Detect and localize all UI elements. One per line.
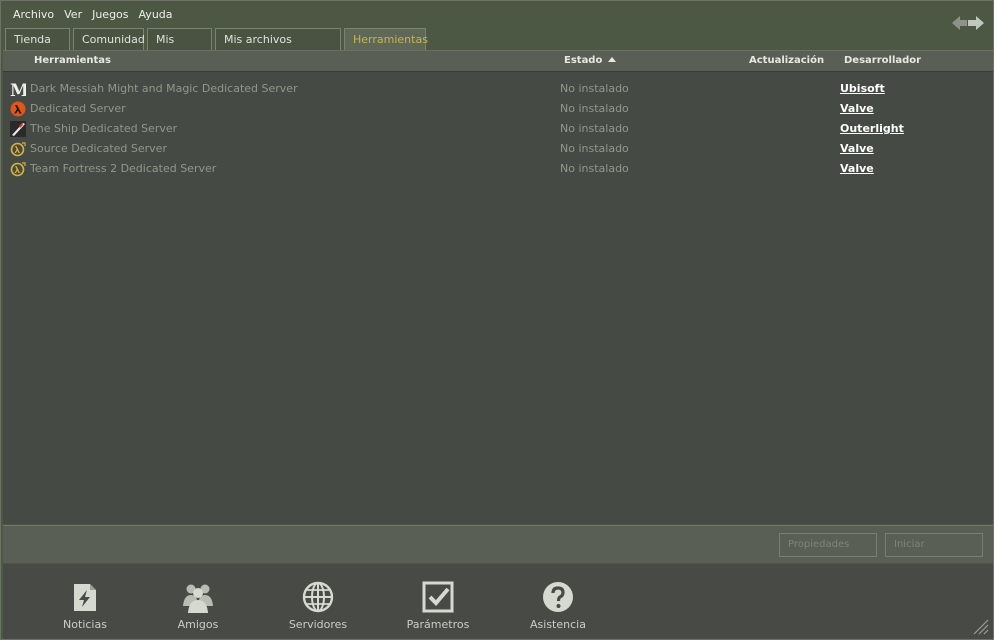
svg-text:M: M	[10, 81, 26, 97]
tool-status: No instalado	[560, 162, 629, 175]
table-row[interactable]: M Dark Messiah Might and Magic Dedicated…	[3, 79, 993, 99]
friends-icon	[183, 584, 213, 613]
settings-label: Parámetros	[406, 618, 470, 631]
table-row[interactable]: The Ship Dedicated Server No instalado O…	[3, 119, 993, 139]
tab-herramientas[interactable]: Herramientas	[344, 28, 428, 50]
servers-label: Servidores	[288, 618, 348, 631]
tab-comunidad[interactable]: Comunidad	[73, 28, 145, 50]
news-label: Noticias	[63, 618, 107, 631]
tool-status: No instalado	[560, 142, 629, 155]
developer-link[interactable]: Valve	[840, 162, 874, 175]
steam-window: Archivo Ver Juegos Ayuda Tienda Comunida…	[0, 0, 994, 640]
tool-name: Dedicated Server	[30, 102, 126, 115]
source-icon	[10, 162, 26, 177]
sort-ascending-icon	[608, 57, 617, 62]
launch-button[interactable]: Iniciar	[885, 533, 983, 557]
menu-ayuda[interactable]: Ayuda	[133, 7, 177, 23]
help-icon	[543, 582, 573, 612]
settings-button[interactable]: Parámetros	[398, 580, 478, 631]
source-icon	[10, 142, 26, 157]
table-row[interactable]: Team Fortress 2 Dedicated Server No inst…	[3, 159, 993, 179]
tab-mis-juegos[interactable]: Mis juegos	[147, 28, 212, 67]
tool-name: Source Dedicated Server	[30, 142, 167, 155]
news-icon	[74, 584, 96, 611]
menu-juegos[interactable]: Juegos	[86, 7, 132, 23]
menu-ver[interactable]: Ver	[58, 7, 86, 23]
table-row[interactable]: Source Dedicated Server No instalado Val…	[3, 139, 993, 159]
column-herramientas[interactable]: Herramientas	[34, 55, 111, 66]
friends-button[interactable]: Amigos	[158, 580, 238, 631]
menu-archivo[interactable]: Archivo	[7, 7, 58, 23]
tool-status: No instalado	[560, 122, 629, 135]
servers-button[interactable]: Servidores	[278, 580, 358, 631]
column-desarrollador[interactable]: Desarrollador	[844, 55, 921, 66]
column-estado-label: Estado	[564, 55, 603, 66]
tool-name: The Ship Dedicated Server	[30, 122, 178, 135]
help-button[interactable]: Asistencia	[518, 580, 598, 631]
column-header: Herramientas Estado Actualización Desarr…	[3, 51, 993, 72]
tools-rows: M Dark Messiah Might and Magic Dedicated…	[3, 79, 993, 179]
news-button[interactable]: Noticias	[45, 580, 125, 631]
tool-name: Team Fortress 2 Dedicated Server	[30, 162, 217, 175]
settings-checkbox-icon	[422, 581, 454, 613]
resize-grip-icon[interactable]	[971, 617, 989, 635]
developer-link[interactable]: Ubisoft	[840, 82, 885, 95]
column-actualizacion[interactable]: Actualización	[749, 55, 824, 66]
developer-link[interactable]: Outerlight	[840, 122, 904, 135]
table-row[interactable]: Dedicated Server No instalado Valve	[3, 99, 993, 119]
bottom-navigation: Noticias Amigos Servidores Parámetros As…	[3, 564, 993, 639]
dark-messiah-icon: M	[10, 81, 26, 97]
back-forward-arrows-icon[interactable]	[951, 13, 985, 33]
tool-name: Dark Messiah Might and Magic Dedicated S…	[30, 82, 298, 95]
tool-status: No instalado	[560, 102, 629, 115]
tool-status: No instalado	[560, 82, 629, 95]
developer-link[interactable]: Valve	[840, 142, 874, 155]
tab-bar: Tienda Comunidad Mis juegos Mis archivos…	[5, 28, 429, 67]
column-estado[interactable]: Estado	[564, 55, 617, 66]
the-ship-icon	[10, 121, 26, 137]
help-label: Asistencia	[530, 618, 586, 631]
tab-mis-archivos-multimedia[interactable]: Mis archivos multimedia	[215, 28, 341, 67]
tools-list: Herramientas Estado Actualización Desarr…	[3, 50, 993, 524]
servers-globe-icon	[302, 581, 334, 613]
half-life-icon	[10, 101, 26, 117]
tab-tienda[interactable]: Tienda	[5, 28, 70, 50]
developer-link[interactable]: Valve	[840, 102, 874, 115]
action-bar: Propiedades Iniciar	[3, 525, 993, 563]
properties-button[interactable]: Propiedades	[779, 533, 877, 557]
menu-bar: Archivo Ver Juegos Ayuda	[7, 7, 177, 23]
friends-label: Amigos	[177, 618, 219, 631]
